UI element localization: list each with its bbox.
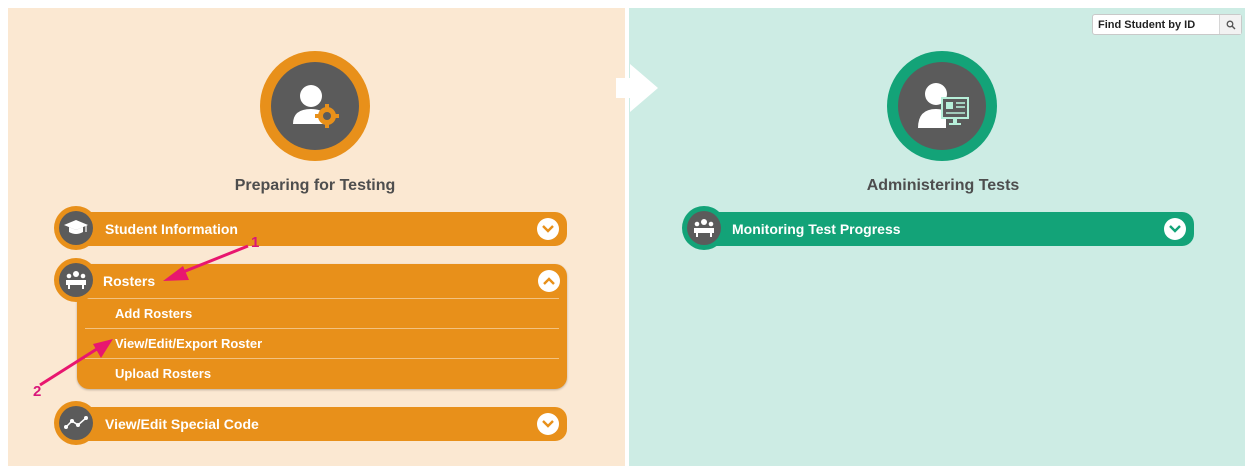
- accordion-special-code[interactable]: View/Edit Special Code: [57, 407, 567, 441]
- rosters-label: Rosters: [103, 273, 156, 289]
- annotation-number-1: 1: [251, 234, 260, 251]
- chevron-down-icon[interactable]: [537, 413, 559, 435]
- accordion-monitoring-test-progress[interactable]: Monitoring Test Progress: [684, 212, 1194, 246]
- chevron-down-icon[interactable]: [1164, 218, 1186, 240]
- menu-item-add-rosters[interactable]: Add Rosters: [85, 298, 559, 328]
- user-monitor-icon: [887, 51, 997, 161]
- rosters-expanded-panel: Rosters Add Rosters View/Edit/Export Ros…: [77, 264, 567, 389]
- accordion-rosters[interactable]: Rosters: [77, 264, 567, 298]
- special-code-label: View/Edit Special Code: [105, 416, 259, 432]
- special-code-badge: [54, 401, 98, 445]
- administering-title: Administering Tests: [866, 177, 1020, 194]
- preparing-title: Preparing for Testing: [234, 177, 396, 194]
- menu-item-view-edit-export-roster[interactable]: View/Edit/Export Roster: [85, 328, 559, 358]
- student-information-label: Student Information: [105, 221, 238, 237]
- connected-nodes-icon: [59, 406, 93, 440]
- graduation-cap-icon: [59, 211, 93, 245]
- student-info-badge: [54, 206, 98, 250]
- accordion-student-information[interactable]: Student Information: [57, 212, 567, 246]
- flow-arrow-icon: [616, 64, 658, 112]
- find-student-input[interactable]: Find Student by ID: [1098, 19, 1219, 31]
- rosters-badge: [54, 258, 98, 302]
- search-icon[interactable]: [1219, 15, 1241, 34]
- chevron-up-icon[interactable]: [538, 270, 560, 292]
- chevron-down-icon[interactable]: [537, 218, 559, 240]
- monitoring-badge: [682, 206, 726, 250]
- annotation-number-2: 2: [33, 383, 42, 400]
- monitoring-label: Monitoring Test Progress: [732, 221, 901, 237]
- menu-item-upload-rosters[interactable]: Upload Rosters: [85, 358, 559, 388]
- classroom-icon: [59, 263, 93, 297]
- classroom-icon: [687, 211, 721, 245]
- user-gear-icon: [260, 51, 370, 161]
- find-student-search[interactable]: Find Student by ID: [1092, 14, 1242, 35]
